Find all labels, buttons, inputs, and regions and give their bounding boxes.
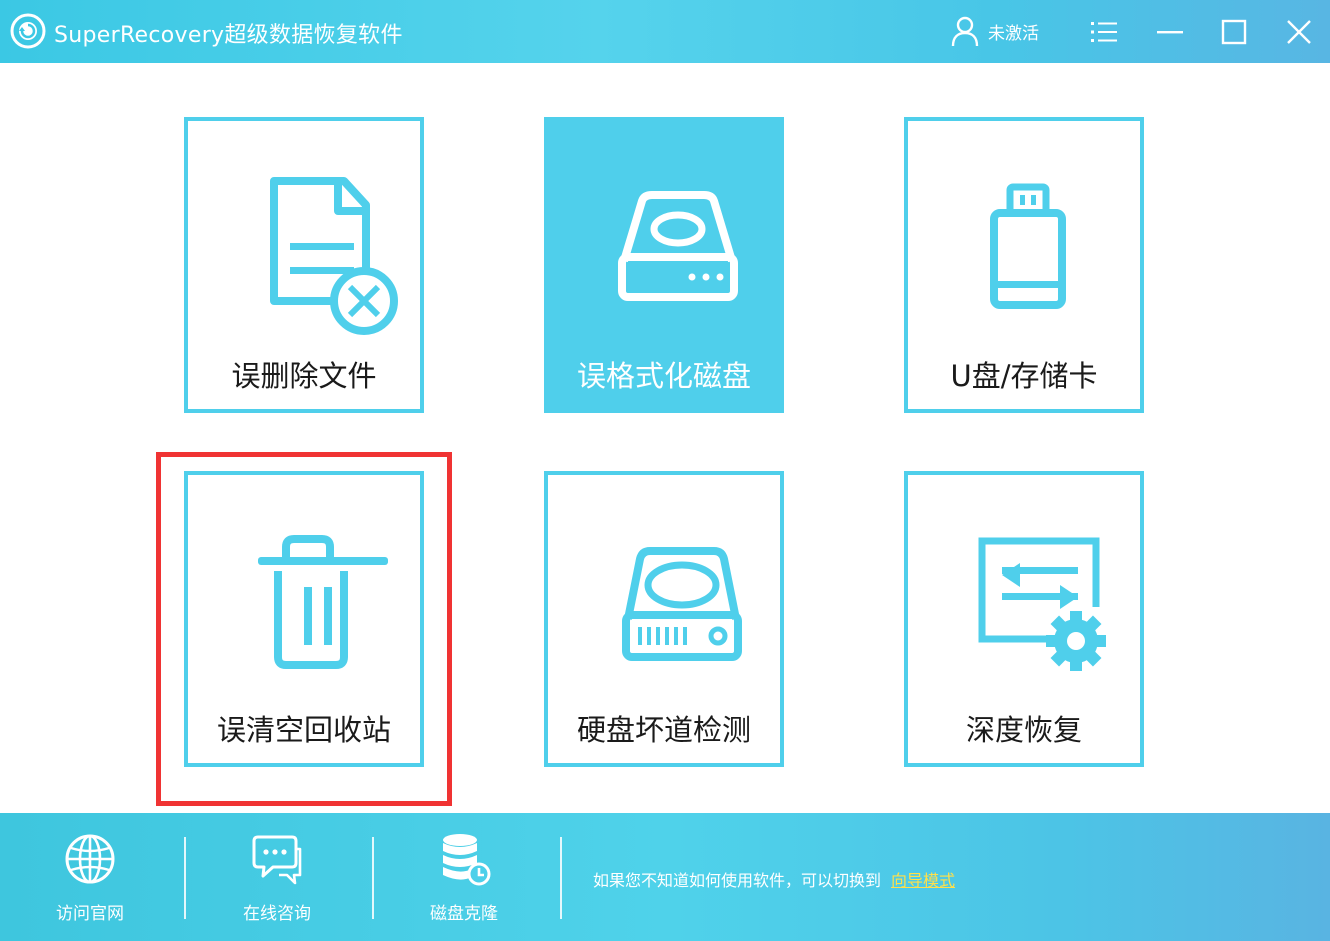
- disk-clone-button[interactable]: 磁盘克隆: [389, 831, 539, 931]
- bottom-bar: 访问官网 在线咨询 磁盘克隆 如果您不知道如何使用软件，可以切换到 向导模式: [0, 813, 1330, 941]
- activation-status: 未激活: [988, 23, 1039, 44]
- tile-label: 误清空回收站: [216, 713, 391, 747]
- guide-hint: 如果您不知道如何使用软件，可以切换到 向导模式: [593, 867, 955, 891]
- deleted-file-icon: [270, 177, 398, 335]
- divider: [372, 837, 374, 919]
- tile-label: 深度恢复: [965, 713, 1082, 747]
- app-title: SuperRecovery超级数据恢复软件: [54, 23, 403, 48]
- tile-usb-card[interactable]: U盘/存储卡: [904, 117, 1144, 413]
- menu-list-icon: [1091, 22, 1117, 42]
- usb-drive-icon: [990, 183, 1066, 309]
- minimize-icon: [1157, 31, 1183, 34]
- deep-recovery-icon: [978, 537, 1106, 671]
- minimize-button[interactable]: [1150, 12, 1190, 52]
- visit-website-button[interactable]: 访问官网: [15, 831, 165, 931]
- disk-drive-icon: [618, 191, 738, 301]
- online-chat-label: 在线咨询: [243, 904, 311, 924]
- account-button[interactable]: 未激活: [950, 14, 1039, 48]
- maximize-button[interactable]: [1214, 12, 1254, 52]
- divider: [184, 837, 186, 919]
- disk-clone-label: 磁盘克隆: [430, 904, 498, 924]
- hard-disk-icon: [622, 547, 742, 661]
- tile-label: 硬盘坏道检测: [576, 713, 751, 747]
- guide-hint-text: 如果您不知道如何使用软件，可以切换到: [593, 871, 882, 890]
- tile-formatted-disk[interactable]: 误格式化磁盘: [544, 117, 784, 413]
- tile-label: U盘/存储卡: [950, 359, 1098, 393]
- visit-website-label: 访问官网: [56, 904, 124, 924]
- database-clone-icon: [443, 834, 491, 886]
- online-chat-button[interactable]: 在线咨询: [202, 831, 352, 931]
- globe-icon: [65, 834, 115, 884]
- app-logo-icon: [10, 13, 46, 49]
- tile-deleted-files[interactable]: 误删除文件: [184, 117, 424, 413]
- wizard-mode-link[interactable]: 向导模式: [891, 871, 955, 890]
- user-icon: [951, 16, 979, 47]
- tile-bad-sector-check[interactable]: 硬盘坏道检测: [544, 471, 784, 767]
- tile-deep-recovery[interactable]: 深度恢复: [904, 471, 1144, 767]
- trash-bin-icon: [258, 535, 388, 669]
- menu-button[interactable]: [1084, 12, 1124, 52]
- chat-icon: [252, 835, 302, 885]
- tile-recycle-bin[interactable]: 误清空回收站: [184, 471, 424, 767]
- close-button[interactable]: [1279, 12, 1319, 52]
- title-bar: SuperRecovery超级数据恢复软件 未激活: [0, 0, 1330, 63]
- close-icon: [1287, 20, 1311, 44]
- tile-label: 误删除文件: [231, 359, 377, 393]
- maximize-icon: [1221, 19, 1247, 45]
- divider: [560, 837, 562, 919]
- tile-label: 误格式化磁盘: [576, 359, 751, 393]
